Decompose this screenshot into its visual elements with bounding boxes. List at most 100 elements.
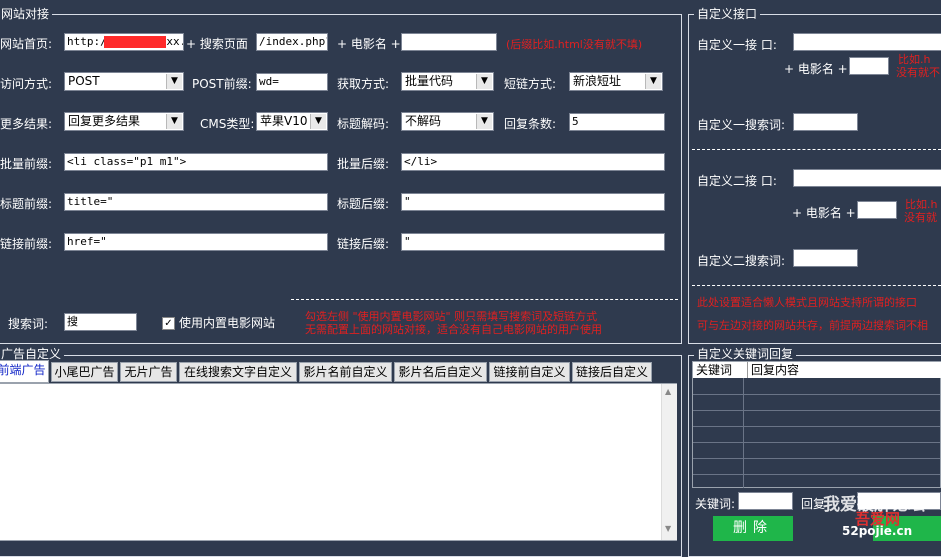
movie-name-label: + 电影名 + (337, 37, 401, 51)
title-prefix-label: 标题前缀: (0, 197, 53, 211)
keyword-table[interactable]: 关键词 回复内容 (692, 361, 941, 488)
iface2-hint-1: 比如.h (905, 198, 938, 211)
shortlink-select[interactable]: 新浪短址 ▼ (569, 72, 663, 91)
link-suffix-input[interactable]: " (401, 233, 665, 251)
scroll-down-icon[interactable]: ▼ (665, 524, 671, 533)
delete-button[interactable]: 删除 (713, 516, 793, 541)
builtin-divider (291, 299, 678, 300)
table-row (693, 474, 940, 475)
tab-online-search-text[interactable]: 在线搜索文字自定义 (179, 362, 297, 382)
column-keyword[interactable]: 关键词 (696, 362, 742, 378)
more-value: 回复更多结果 (68, 114, 141, 128)
decode-value: 不解码 (405, 114, 442, 128)
custom-note-2: 可与左边对接的网站共存，前提两边搜索词不相 (697, 319, 928, 332)
builtin-note-2: 无需配置上面的网站对接，适合没有自己电影网站的用户使用 (305, 323, 602, 336)
more-select[interactable]: 回复更多结果 ▼ (64, 112, 184, 131)
chevron-down-icon[interactable]: ▼ (166, 114, 182, 129)
cms-label: CMS类型: (200, 117, 255, 131)
title-prefix-input[interactable]: title=" (64, 193, 328, 211)
iface1-search-label: 自定义一搜索词: (697, 118, 786, 132)
iface1-search-input[interactable] (793, 113, 858, 131)
ad-content-textarea[interactable] (0, 383, 677, 541)
iface1-movie-input[interactable] (849, 57, 889, 75)
reply-label: 回复 (801, 497, 826, 511)
search-page-label: + 搜索页面 (186, 37, 248, 51)
tab-before-link[interactable]: 链接前自定义 (489, 362, 570, 382)
suffix-hint: (后缀比如.html没有就不填) (506, 38, 643, 51)
batch-suffix-input[interactable]: </li> (401, 153, 665, 171)
table-row (693, 442, 940, 443)
tab-front-ad[interactable]: 前端广告 (0, 360, 49, 383)
watermark-line-3: 52pojie.cn (842, 524, 913, 538)
search-page-input[interactable]: /index.php?r (256, 33, 328, 51)
iface1-hint-1: 比如.h (898, 53, 931, 66)
iface2-input[interactable] (793, 169, 941, 187)
iface1-movie-label: + 电影名 + (784, 62, 848, 76)
tab-after-film-name[interactable]: 影片名后自定义 (394, 362, 487, 382)
shortlink-value: 新浪短址 (573, 74, 622, 88)
access-value: POST (68, 74, 100, 88)
movie-name-input[interactable] (401, 33, 497, 51)
fetch-label: 获取方式: (337, 77, 390, 91)
chevron-down-icon[interactable]: ▼ (476, 114, 492, 129)
batch-prefix-input[interactable]: <li class="p1 m1"> (64, 153, 328, 171)
more-label: 更多结果: (0, 117, 53, 131)
tab-after-link[interactable]: 链接后自定义 (572, 362, 652, 382)
cms-value: 苹果V10 (260, 114, 308, 128)
title-suffix-label: 标题后缀: (337, 197, 390, 211)
search-word-label: 搜索词: (8, 317, 49, 331)
fetch-select[interactable]: 批量代码 ▼ (401, 72, 494, 91)
site-group-title: 网站对接 (0, 7, 53, 21)
keyword-input[interactable] (738, 492, 793, 510)
column-reply[interactable]: 回复内容 (747, 362, 871, 378)
count-input[interactable]: 5 (569, 113, 665, 131)
post-prefix-label: POST前缀: (192, 77, 252, 91)
scroll-up-icon[interactable]: ▲ (665, 387, 671, 396)
post-prefix-input[interactable]: wd= (256, 73, 328, 91)
chevron-down-icon[interactable]: ▼ (476, 74, 492, 89)
table-row (693, 426, 940, 427)
access-label: 访问方式: (0, 77, 53, 91)
iface2-search-input[interactable] (793, 249, 858, 267)
link-suffix-label: 链接后缀: (337, 237, 390, 251)
shortlink-label: 短链方式: (504, 77, 557, 91)
iface2-search-label: 自定义二搜索词: (697, 254, 786, 268)
link-prefix-input[interactable]: href=" (64, 233, 328, 251)
iface1-hint-2: 没有就不 (896, 66, 940, 79)
iface1-input[interactable] (793, 33, 941, 51)
decode-label: 标题解码: (337, 117, 390, 131)
fetch-value: 批量代码 (405, 74, 454, 88)
iface2-movie-input[interactable] (857, 201, 897, 219)
cms-select[interactable]: 苹果V10 ▼ (256, 112, 328, 131)
ad-scrollbar[interactable]: ▲ ▼ (661, 384, 677, 540)
site-group (0, 14, 682, 344)
decode-select[interactable]: 不解码 ▼ (401, 112, 494, 131)
tab-tail-ad[interactable]: 小尾巴广告 (51, 362, 118, 382)
chevron-down-icon[interactable]: ▼ (645, 74, 661, 89)
builtin-checkbox[interactable]: ✓ (162, 317, 175, 330)
search-word-input[interactable]: 搜 (64, 313, 137, 331)
chevron-down-icon[interactable]: ▼ (166, 74, 182, 89)
table-row (693, 410, 940, 411)
batch-prefix-label: 批量前缀: (0, 157, 53, 171)
chevron-down-icon[interactable]: ▼ (310, 114, 326, 129)
keyword-table-header: 关键词 回复内容 (693, 362, 941, 378)
tab-no-film-ad[interactable]: 无片广告 (120, 362, 177, 382)
keywords-group-title: 自定义关键词回复 (694, 347, 797, 361)
link-prefix-label: 链接前缀: (0, 237, 53, 251)
iface2-hint-2: 没有就 (904, 211, 937, 224)
iface2-movie-label: + 电影名 + (792, 206, 856, 220)
keyword-label: 关键词: (695, 497, 736, 511)
table-row (693, 394, 940, 395)
batch-suffix-label: 批量后缀: (337, 157, 390, 171)
ads-group-title: 广告自定义 (0, 347, 65, 361)
tab-before-film-name[interactable]: 影片名前自定义 (299, 362, 392, 382)
builtin-label[interactable]: 使用内置电影网站 (179, 315, 275, 331)
title-suffix-input[interactable]: " (401, 193, 665, 211)
count-label: 回复条数: (504, 117, 557, 131)
homepage-label: 网站首页: (0, 37, 53, 51)
custom-note-1: 此处设置适合懒人模式且网站支持所谓的接口 (697, 296, 917, 309)
access-select[interactable]: POST ▼ (64, 72, 184, 91)
homepage-redaction (104, 36, 166, 48)
custom-divider (692, 149, 941, 150)
